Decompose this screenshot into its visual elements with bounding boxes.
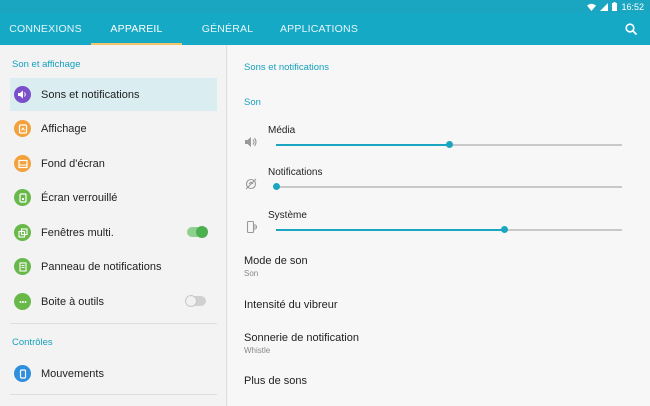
motion-icon [14,365,31,382]
tab-applications[interactable]: APPLICATIONS [273,13,365,45]
setting-title: Intensité du vibreur [244,299,338,311]
panel-title: Sons et notifications [244,62,330,73]
system-vibrate-icon [246,220,257,234]
menu-item-label: Fond d'écran [41,157,105,170]
section-title-sound-display: Son et affichage [12,59,81,70]
menu-item-motions[interactable]: Mouvements [10,357,217,390]
status-bar: 16:52 [0,0,650,13]
media-volume-row: Média [244,125,640,161]
setting-subtitle: Whistle [244,346,271,355]
notification-ringtone-setting[interactable]: Sonnerie de notification Whistle [244,332,359,355]
menu-item-multi-window[interactable]: Fenêtres multi. [10,216,217,249]
menu-item-notification-panel[interactable]: Panneau de notifications [10,250,217,283]
display-icon [14,120,31,137]
slider-thumb[interactable] [273,183,280,190]
system-volume-slider[interactable] [276,226,622,233]
battery-icon [612,2,618,11]
menu-item-label: Sons et notifications [41,88,140,101]
speaker-icon [14,86,31,103]
setting-subtitle: Son [244,269,259,278]
slider-label: Notifications [268,167,323,178]
menu-item-label: Mouvements [41,367,104,380]
son-header: Son [244,97,261,108]
menu-item-label: Boite à outils [41,295,104,308]
multi-window-toggle[interactable] [187,226,208,238]
toolbox-toggle[interactable] [185,295,206,307]
system-volume-row: Système [244,210,640,246]
notification-panel-icon [14,258,31,275]
wallpaper-icon [14,155,31,172]
toolbox-icon [14,293,31,310]
slider-thumb[interactable] [446,141,453,148]
volume-icon [245,137,257,147]
sounds-notifications-panel: Sons et notifications Son Média Notifica… [228,45,650,406]
tab-label: APPAREIL [110,23,163,35]
signal-icon [600,2,609,11]
more-sounds-setting[interactable]: Plus de sons [244,375,307,387]
menu-item-label: Panneau de notifications [41,260,162,273]
toggle-knob [185,295,197,307]
menu-item-sounds-notifications[interactable]: Sons et notifications [10,78,217,111]
notifications-volume-row: Notifications [244,167,640,203]
menu-item-display[interactable]: Affichage [10,112,217,145]
wifi-icon [587,3,597,11]
tab-appareil[interactable]: APPAREIL [91,13,182,45]
multi-window-icon [14,224,31,241]
tab-label: APPLICATIONS [279,23,359,35]
lock-screen-icon [14,189,31,206]
slider-thumb[interactable] [501,226,509,233]
setting-title: Mode de son [244,255,308,267]
notification-muted-icon [245,178,257,190]
menu-item-toolbox[interactable]: Boite à outils [10,285,217,318]
slider-fill [276,144,449,146]
divider [10,394,217,395]
setting-title: Plus de sons [244,375,307,387]
slider-label: Système [268,210,307,221]
tab-label: GÉNÉRAL [201,23,254,35]
setting-title: Sonnerie de notification [244,332,359,344]
menu-item-lock-screen[interactable]: Écran verrouillé [10,181,217,214]
section-title-controls: Contrôles [12,337,53,348]
tab-general[interactable]: GÉNÉRAL [182,13,273,45]
tab-bar: CONNEXIONS APPAREIL GÉNÉRAL APPLICATIONS [0,13,650,45]
media-volume-slider[interactable] [276,141,622,148]
tab-label: CONNEXIONS [9,23,82,35]
menu-item-wallpaper[interactable]: Fond d'écran [10,147,217,180]
toggle-knob [196,226,208,238]
search-icon[interactable] [624,22,638,36]
menu-item-label: Affichage [41,122,87,135]
menu-item-label: Écran verrouillé [41,191,118,204]
vibration-intensity-setting[interactable]: Intensité du vibreur [244,299,338,311]
sound-mode-setting[interactable]: Mode de son Son [244,255,308,278]
divider [10,323,217,324]
tab-connexions[interactable]: CONNEXIONS [0,13,91,45]
menu-item-label: Fenêtres multi. [41,226,114,239]
slider-fill [276,229,505,231]
slider-label: Média [268,125,296,136]
notifications-volume-slider[interactable] [273,183,622,190]
status-time: 16:52 [621,1,644,12]
settings-menu: Son et affichage Sons et notifications A… [0,45,227,406]
